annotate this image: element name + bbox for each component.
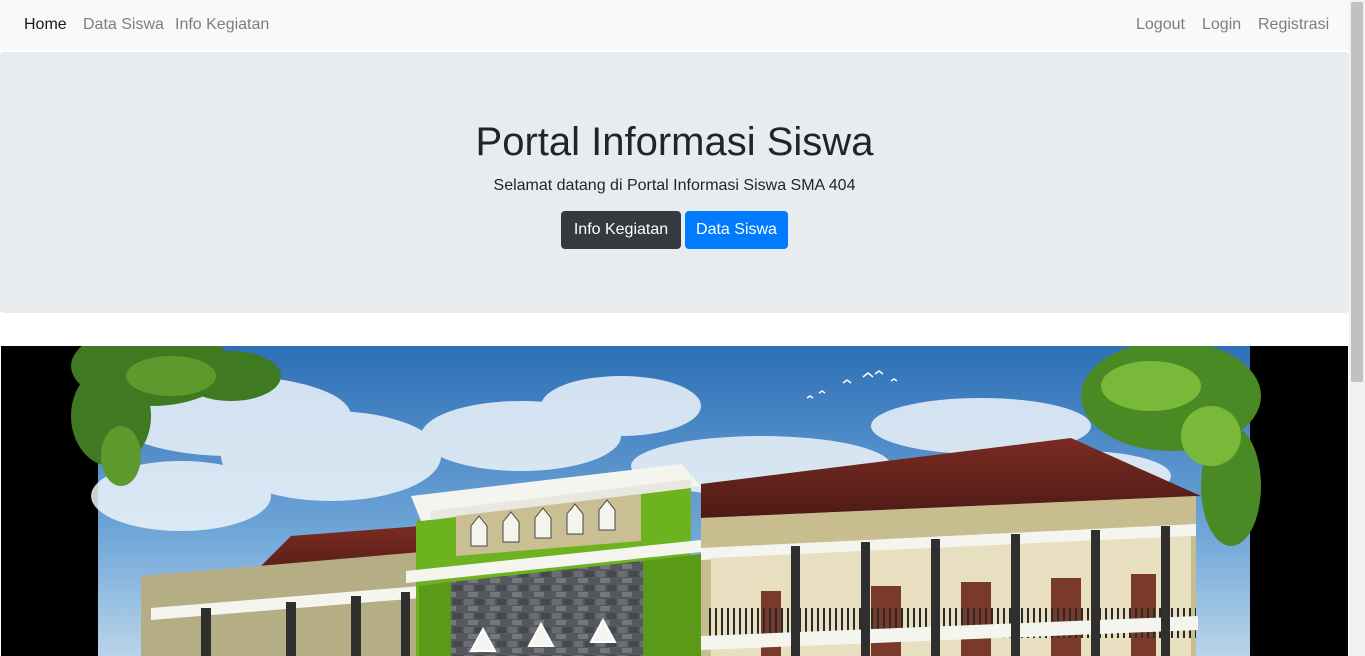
scrollbar-thumb[interactable] <box>1351 2 1363 382</box>
nav-registrasi[interactable]: Registrasi <box>1258 15 1329 34</box>
top-navbar: Home Data Siswa Info Kegiatan Logout Log… <box>0 0 1349 50</box>
hero-jumbotron: Portal Informasi Siswa Selamat datang di… <box>0 52 1349 313</box>
nav-logout[interactable]: Logout <box>1136 15 1185 34</box>
nav-home[interactable]: Home <box>24 15 67 34</box>
page-subtitle: Selamat datang di Portal Informasi Siswa… <box>493 177 856 194</box>
info-kegiatan-button[interactable]: Info Kegiatan <box>561 211 681 249</box>
school-image <box>1 346 1348 656</box>
nav-data-siswa[interactable]: Data Siswa <box>83 15 164 34</box>
page-title: Portal Informasi Siswa <box>475 120 874 164</box>
page-scrollbar[interactable] <box>1349 0 1365 656</box>
school-building-illustration <box>1 346 1348 656</box>
data-siswa-button[interactable]: Data Siswa <box>685 211 788 249</box>
nav-info-kegiatan[interactable]: Info Kegiatan <box>175 15 269 34</box>
nav-login[interactable]: Login <box>1202 15 1241 34</box>
